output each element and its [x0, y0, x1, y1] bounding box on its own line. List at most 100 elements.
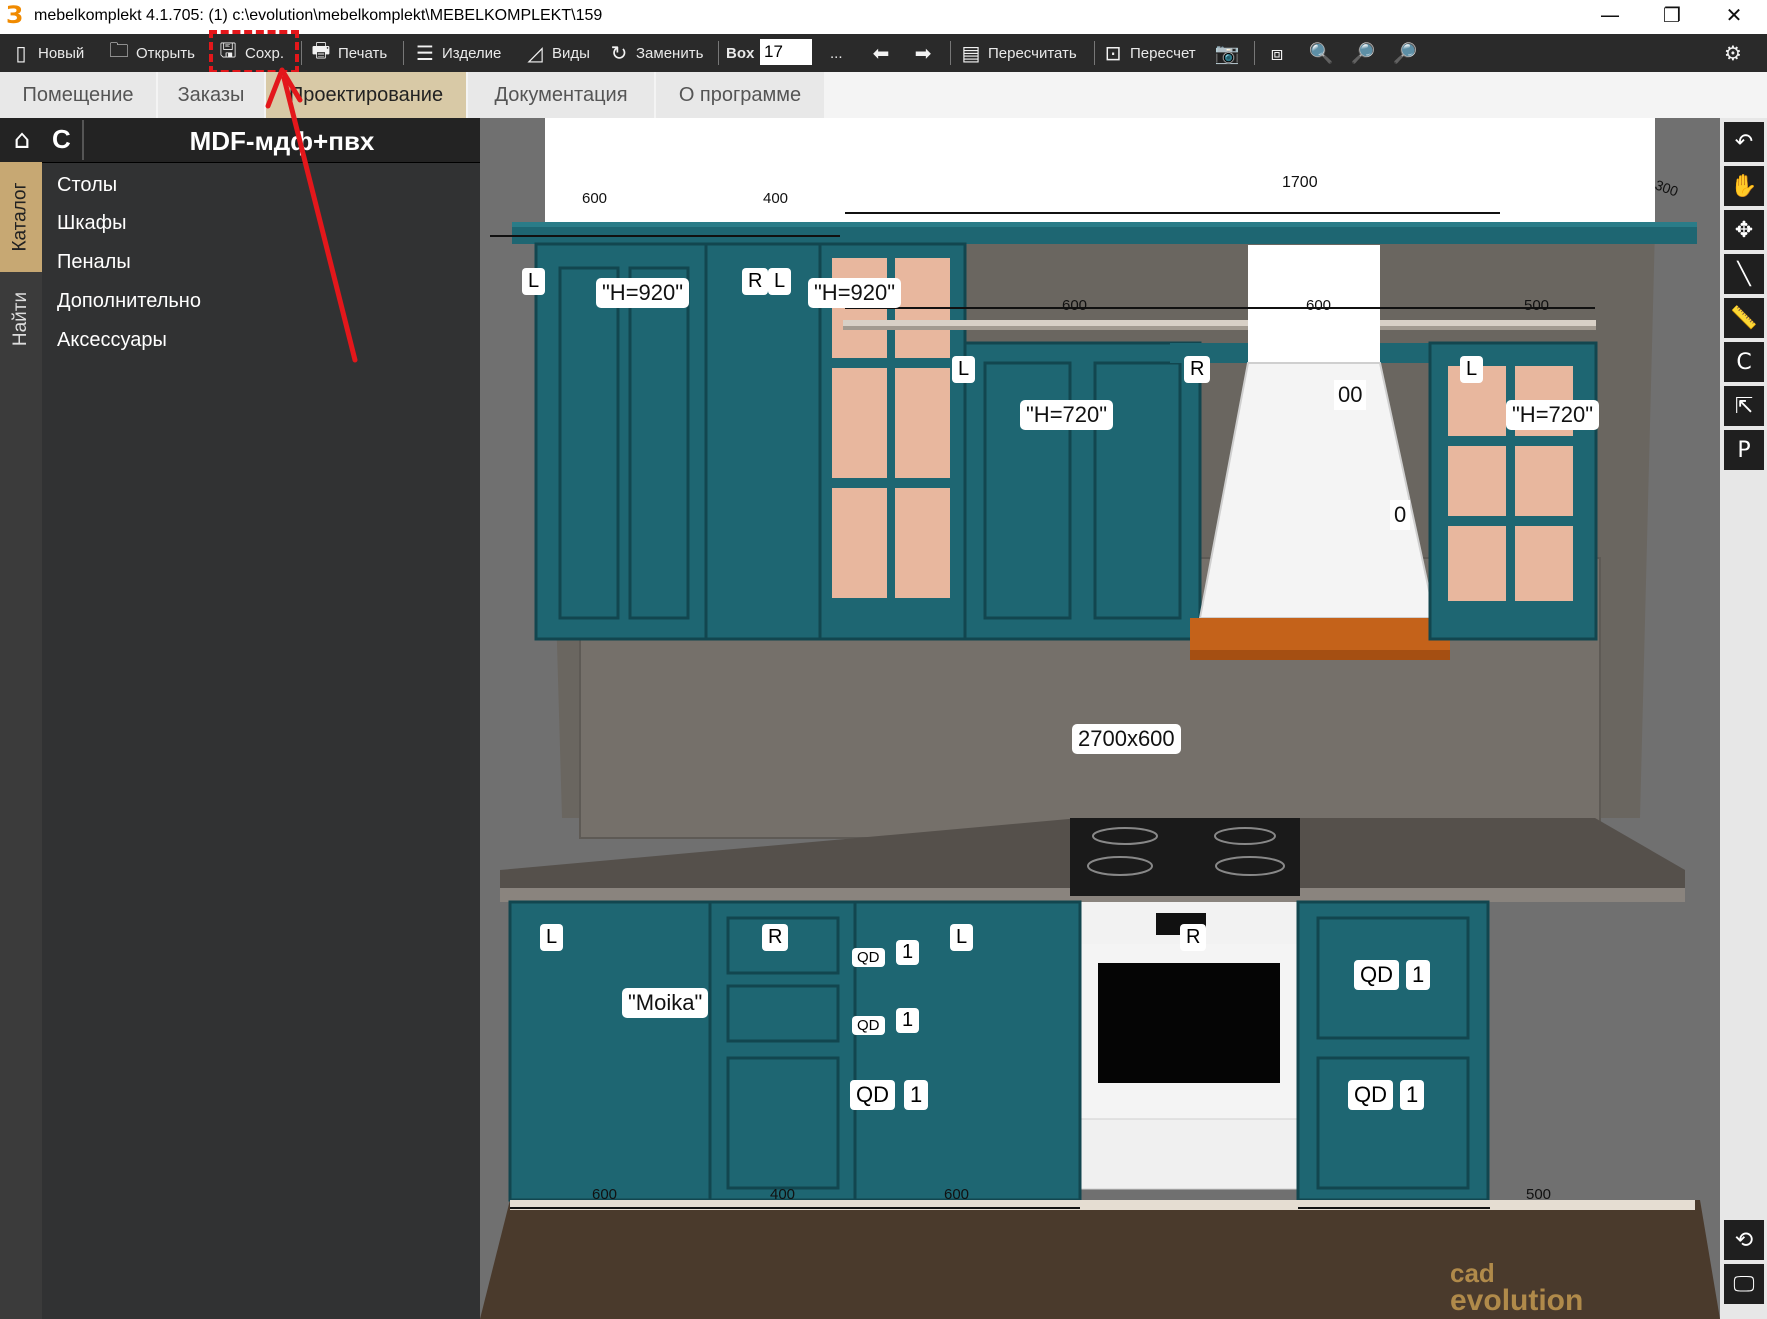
catalog-item-pencil-cases[interactable]: Пеналы — [57, 251, 131, 274]
zoom-in-button[interactable]: 🔎 — [1348, 34, 1378, 72]
hand-icon: ✋ — [1730, 173, 1758, 199]
ruler-icon: 📏 — [1730, 305, 1758, 331]
c-tool-icon: C — [1736, 349, 1752, 375]
tab-room[interactable]: Помещение — [0, 72, 156, 118]
marker-L-base-2: L — [950, 924, 974, 951]
more-button[interactable]: ... — [826, 34, 847, 72]
dim-shelf-600-b: 600 — [1306, 297, 1332, 314]
restore-button[interactable]: ❐ — [1644, 0, 1700, 32]
recalc-button[interactable]: ▤ Пересчитать — [956, 34, 1081, 72]
toolbar-separator — [950, 41, 951, 65]
presentation-button[interactable]: 🖵 — [1724, 1264, 1764, 1304]
zoom-area-icon: 🔍 — [1308, 41, 1334, 65]
catalog-item-additional[interactable]: Дополнительно — [57, 290, 201, 313]
marker-R-base-2: R — [1180, 924, 1207, 951]
dim-bottom-600-b: 600 — [944, 1186, 970, 1203]
marker-L-upper-1: L — [522, 268, 546, 295]
zoom-out-button[interactable]: 🔎 — [1390, 34, 1420, 72]
label-h920-left[interactable]: "H=920" — [596, 278, 690, 308]
label-apron[interactable]: 2700x600 — [1072, 724, 1181, 754]
marker-R-base-1: R — [762, 924, 789, 951]
label-h720-right[interactable]: "H=720" — [1506, 400, 1600, 430]
marker-L-upper-2: L — [768, 268, 792, 295]
toolbar-separator — [1254, 41, 1255, 65]
forward-button[interactable]: ➡ — [908, 34, 938, 72]
vtab-find[interactable]: Найти — [0, 274, 42, 364]
marker-R-upper-1: R — [742, 268, 769, 295]
recount-button[interactable]: ⊡ Пересчет — [1098, 34, 1200, 72]
c-tool-button[interactable]: C — [1724, 342, 1764, 382]
qd-tag-right-2: QD — [1348, 1080, 1393, 1110]
toolbar-separator — [1094, 41, 1095, 65]
recount-icon: ⊡ — [1104, 41, 1122, 65]
home-icon[interactable]: ⌂ — [6, 124, 38, 156]
zoom-out-icon: 🔎 — [1392, 41, 1418, 65]
vertical-tabs: Каталог Найти — [0, 162, 42, 1319]
label-h720-center[interactable]: "H=720" — [1020, 400, 1114, 430]
gear-icon: ⚙ — [1724, 41, 1742, 65]
tab-about[interactable]: О программе — [656, 72, 824, 118]
marker-L-upper-3: L — [952, 356, 976, 383]
back-button[interactable]: ⬅ — [866, 34, 896, 72]
new-button[interactable]: ▯ Новый — [6, 34, 88, 72]
views-button[interactable]: ◿ Виды — [520, 34, 594, 72]
replace-button[interactable]: ↻ Заменить — [604, 34, 707, 72]
dim-bottom-600-a: 600 — [592, 1186, 618, 1203]
calculator-icon: ▤ — [961, 41, 981, 65]
open-label: Открыть — [136, 44, 195, 62]
list-icon: ☰ — [416, 41, 434, 65]
qd-tag-right-1: QD — [1354, 960, 1399, 990]
undo-button[interactable]: ↶ — [1724, 122, 1764, 162]
marker-L-upper-4: L — [1460, 356, 1484, 383]
right-toolbar: ↶ ✋ ✥ ╲ 📏 C ⇱ P ⟲ 🖵 — [1720, 118, 1767, 1319]
hand-tool-button[interactable]: ✋ — [1724, 166, 1764, 206]
views-label: Виды — [552, 44, 590, 62]
ruler-tool-button[interactable]: 📏 — [1724, 298, 1764, 338]
move-icon: ✥ — [1734, 217, 1754, 243]
tab-documentation[interactable]: Документация — [468, 72, 654, 118]
new-file-icon: ▯ — [15, 41, 27, 65]
product-label: Изделие — [442, 44, 502, 62]
export-icon: ⇱ — [1734, 393, 1754, 419]
p-tool-button[interactable]: P — [1724, 430, 1764, 470]
dim-bottom-500: 500 — [1526, 1186, 1552, 1203]
label-partial-0: 0 — [1390, 500, 1411, 530]
label-h920-glass[interactable]: "H=920" — [808, 278, 902, 308]
move-tool-button[interactable]: ✥ — [1724, 210, 1764, 250]
box-input[interactable] — [760, 39, 812, 65]
catalog-item-accessories[interactable]: Аксессуары — [57, 329, 167, 352]
open-button[interactable]: 🗀 Открыть — [104, 34, 199, 72]
settings-button[interactable]: ⚙ — [1718, 34, 1748, 72]
annotation-arrow — [265, 67, 358, 363]
camera-button[interactable]: 📷 — [1212, 34, 1242, 72]
vtab-catalog[interactable]: Каталог — [0, 162, 42, 272]
label-moika[interactable]: "Moika" — [622, 988, 709, 1018]
fit-frame-icon: ⧈ — [1270, 41, 1284, 65]
design-canvas[interactable]: 600 400 1700 300 600 600 500 600 400 600… — [480, 118, 1720, 1319]
folder-icon: 🗀 — [109, 38, 129, 62]
product-button[interactable]: ☰ Изделие — [410, 34, 505, 72]
close-button[interactable]: ✕ — [1706, 0, 1762, 32]
recalc-label: Пересчитать — [988, 44, 1077, 62]
toolbar-separator — [718, 41, 719, 65]
reset-view-button[interactable]: ⟲ — [1724, 1220, 1764, 1260]
watermark-evolution: evolution — [1450, 1284, 1584, 1317]
catalog-item-cabinets[interactable]: Шкафы — [57, 212, 126, 235]
catalog-item-tables[interactable]: Столы — [57, 174, 117, 197]
marker-R-upper-3: R — [1184, 356, 1211, 383]
p-tool-icon: P — [1737, 437, 1751, 463]
dim-shelf-600-a: 600 — [1062, 297, 1088, 314]
zoom-area-button[interactable]: 🔍 — [1306, 34, 1336, 72]
qd-tag-drawer-2: QD — [852, 1016, 885, 1035]
views-icon: ◿ — [527, 41, 543, 65]
dim-top-600: 600 — [582, 190, 608, 207]
arrow-right-icon: ➡ — [914, 41, 932, 65]
vtab-find-label: Найти — [10, 291, 31, 347]
export-button[interactable]: ⇱ — [1724, 386, 1764, 426]
panel-home-label[interactable]: C — [52, 124, 71, 155]
dim-bottom-400: 400 — [770, 1186, 796, 1203]
line-tool-button[interactable]: ╲ — [1724, 254, 1764, 294]
minimize-button[interactable]: — — [1582, 0, 1638, 32]
fit-view-button[interactable]: ⧈ — [1262, 34, 1292, 72]
window-title: mebelkomplekt 4.1.705: (1) c:\evolution\… — [34, 7, 603, 24]
